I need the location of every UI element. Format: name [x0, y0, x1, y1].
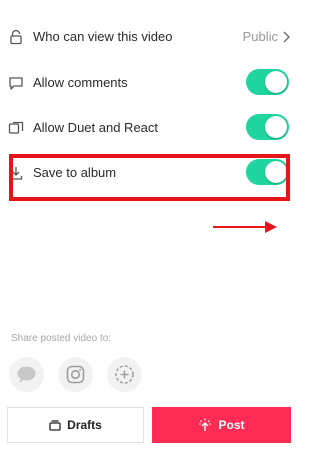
drafts-icon: [49, 419, 61, 431]
drafts-button[interactable]: Drafts: [7, 407, 144, 443]
allow-comments-row: Allow comments: [0, 68, 300, 98]
arrow-right-icon: [213, 221, 277, 233]
messages-icon: [17, 366, 36, 383]
chevron-right-icon: [281, 30, 291, 44]
instagram-icon: [66, 365, 85, 384]
post-icon: [199, 418, 212, 431]
share-label: Share posted video to:: [11, 333, 112, 344]
lock-icon: [8, 29, 24, 45]
comment-icon: [8, 75, 24, 91]
share-add-button[interactable]: [107, 357, 142, 392]
post-label: Post: [218, 418, 245, 432]
bottom-action-bar: Drafts Post: [0, 400, 300, 453]
allow-comments-label: Allow comments: [33, 75, 128, 90]
allow-duet-toggle[interactable]: [246, 114, 289, 140]
allow-duet-label: Allow Duet and React: [33, 120, 159, 135]
privacy-value: Public: [242, 29, 278, 44]
toggle-knob: [265, 116, 287, 138]
toggle-knob: [265, 71, 287, 93]
who-can-view-row[interactable]: Who can view this video Public: [0, 22, 300, 52]
share-instagram-button[interactable]: [58, 357, 93, 392]
allow-duet-row: Allow Duet and React: [0, 113, 300, 143]
drafts-label: Drafts: [67, 418, 102, 432]
highlight-box: [9, 154, 290, 201]
post-button[interactable]: Post: [152, 407, 291, 443]
share-messages-button[interactable]: [9, 357, 44, 392]
add-icon: [115, 365, 134, 384]
allow-comments-toggle[interactable]: [246, 69, 289, 95]
duet-icon: [8, 120, 24, 136]
who-can-view-label: Who can view this video: [33, 29, 173, 44]
